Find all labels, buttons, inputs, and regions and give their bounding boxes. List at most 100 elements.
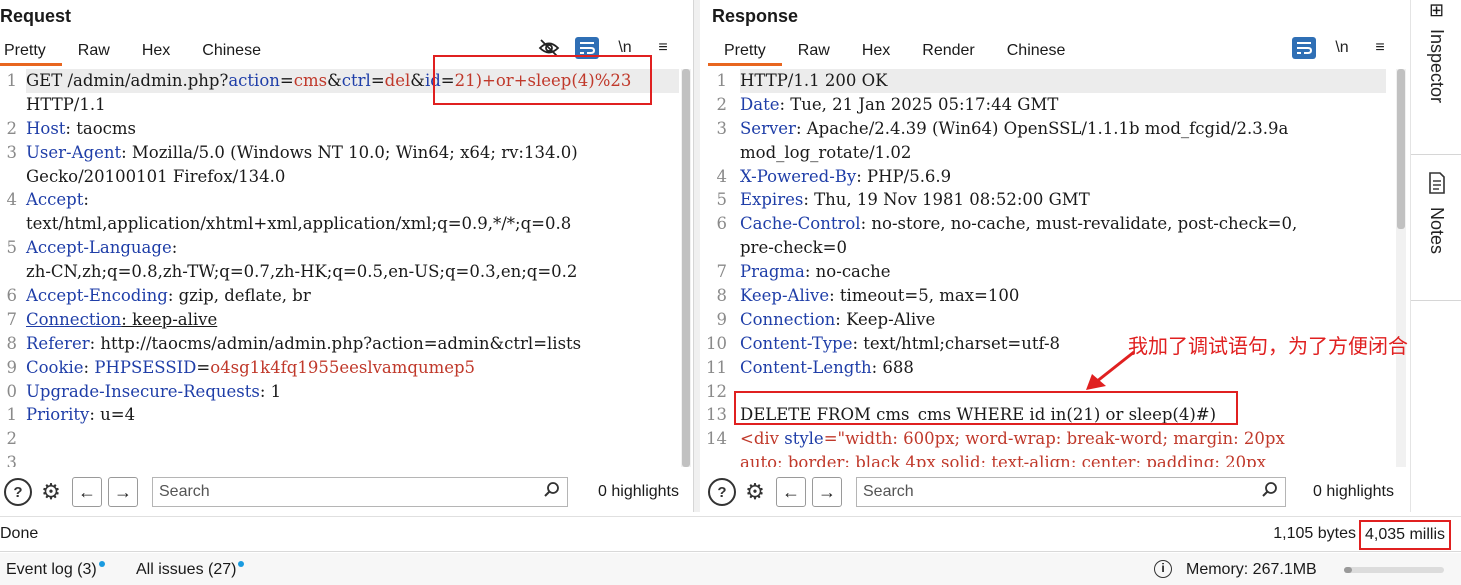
code-line: Keep-Alive: timeout=5, max=100 bbox=[740, 284, 1386, 308]
code-line: Host: taocms bbox=[26, 117, 679, 141]
menu-icon[interactable]: ≡ bbox=[1368, 37, 1392, 59]
response-tab-chinese[interactable]: Chinese bbox=[991, 36, 1082, 66]
request-tab-pretty[interactable]: Pretty bbox=[0, 36, 62, 66]
response-highlights-count: 0 highlights bbox=[1313, 483, 1394, 500]
code-token: action bbox=[228, 71, 280, 90]
line-number: 9 bbox=[716, 309, 728, 329]
annotation-text: 我加了调试语句，为了方便闭合 bbox=[1128, 334, 1408, 358]
response-tab-pretty[interactable]: Pretty bbox=[708, 36, 782, 66]
code-line: zh-CN,zh;q=0.8,zh-TW;q=0.7,zh-HK;q=0.5,e… bbox=[26, 260, 679, 284]
code-line: Cache-Control: no-store, no-cache, must-… bbox=[740, 212, 1386, 236]
code-token: HTTP/1.1 bbox=[26, 94, 106, 114]
code-token: text/html,application/xhtml+xml,applicat… bbox=[26, 214, 572, 234]
request-tab-chinese[interactable]: Chinese bbox=[186, 36, 277, 66]
response-search-input[interactable]: Search bbox=[856, 477, 1286, 507]
code-line: Gecko/20100101 Firefox/134.0 bbox=[26, 165, 679, 189]
code-line: X-Powered-By: PHP/5.6.9 bbox=[740, 165, 1386, 189]
line-number bbox=[0, 165, 20, 189]
code-token: Referer bbox=[26, 333, 90, 353]
line-number: 1 bbox=[6, 405, 18, 425]
code-token: Keep-Alive bbox=[740, 286, 830, 306]
line-number: 2 bbox=[6, 429, 18, 449]
line-number: 8 bbox=[716, 286, 728, 306]
line-number: 11 bbox=[706, 357, 727, 377]
inspector-label: Inspector bbox=[1427, 29, 1447, 104]
newline-toggle[interactable]: \n bbox=[1330, 37, 1354, 59]
response-tab-hex[interactable]: Hex bbox=[846, 36, 906, 66]
code-token: : gzip, deflate, br bbox=[167, 286, 311, 306]
menu-icon[interactable]: ≡ bbox=[651, 37, 675, 59]
event-log-link[interactable]: Event log (3) bbox=[6, 561, 105, 579]
memory-bar bbox=[1344, 567, 1444, 573]
response-search-bar: ? ⚙ ← → Search 0 highlights bbox=[700, 474, 1408, 510]
code-token: : http://taocms/admin/admin.php?action=a… bbox=[89, 333, 582, 353]
inspector-tab[interactable]: ⊞ Inspector bbox=[1411, 0, 1461, 103]
response-tab-render[interactable]: Render bbox=[906, 36, 990, 66]
notes-tab[interactable]: Notes bbox=[1411, 172, 1461, 254]
line-number: 9 bbox=[6, 357, 18, 377]
help-icon[interactable]: ? bbox=[4, 478, 32, 506]
line-number: 2 bbox=[716, 94, 728, 114]
line-number: 1 bbox=[6, 71, 18, 90]
back-arrow-icon[interactable]: ← bbox=[72, 477, 102, 507]
line-number: 12 bbox=[706, 381, 727, 401]
code-token: Priority bbox=[26, 405, 90, 425]
right-sidebar: ⊞ Inspector Notes bbox=[1410, 0, 1461, 512]
code-line: Content-Length: 688 bbox=[740, 356, 1386, 380]
request-search-input[interactable]: Search bbox=[152, 477, 568, 507]
request-scrollbar[interactable] bbox=[681, 69, 691, 467]
code-token: = bbox=[196, 357, 211, 377]
line-number: 3 bbox=[6, 142, 18, 162]
repeater-window: Request Pretty Raw Hex Chinese \n ≡ 1234… bbox=[0, 0, 1461, 585]
line-number bbox=[0, 212, 20, 236]
forward-arrow-icon[interactable]: → bbox=[812, 477, 842, 507]
code-token: Accept-Encoding bbox=[26, 286, 168, 306]
all-issues-label: All issues (27) bbox=[136, 561, 237, 578]
code-line: Accept-Language: bbox=[26, 236, 679, 260]
back-arrow-icon[interactable]: ← bbox=[776, 477, 806, 507]
line-number: 4 bbox=[716, 166, 728, 186]
request-lines: GET /admin/admin.php?action=cms&ctrl=del… bbox=[26, 69, 679, 467]
wrap-lines-icon[interactable] bbox=[1292, 37, 1316, 59]
code-token: Cache-Control bbox=[740, 214, 861, 234]
line-number bbox=[0, 93, 20, 117]
line-number: 13 bbox=[706, 405, 727, 425]
notes-icon bbox=[1428, 172, 1446, 199]
forward-arrow-icon[interactable]: → bbox=[108, 477, 138, 507]
request-tabs: Pretty Raw Hex Chinese bbox=[0, 36, 277, 66]
inspector-icon: ⊞ bbox=[1428, 0, 1445, 20]
help-icon[interactable]: ? bbox=[708, 478, 736, 506]
search-icon bbox=[1261, 481, 1279, 504]
code-token: : Tue, 21 Jan 2025 05:17:44 GMT bbox=[779, 94, 1059, 114]
line-number bbox=[700, 141, 730, 165]
code-line: <div style="width: 600px; word-wrap: bre… bbox=[740, 427, 1386, 451]
request-tab-raw[interactable]: Raw bbox=[62, 36, 126, 66]
event-log-dot bbox=[98, 561, 105, 567]
code-token: : 688 bbox=[871, 357, 914, 377]
line-number: 3 bbox=[716, 118, 728, 138]
gear-icon[interactable]: ⚙ bbox=[740, 477, 770, 507]
code-line: Accept-Encoding: gzip, deflate, br bbox=[26, 284, 679, 308]
all-issues-link[interactable]: All issues (27) bbox=[136, 561, 245, 579]
memory-usage: Memory: 267.1MB bbox=[1186, 561, 1317, 578]
request-title: Request bbox=[0, 6, 72, 26]
code-token: ctrl bbox=[341, 71, 371, 90]
code-token: Connection bbox=[26, 309, 122, 329]
search-placeholder: Search bbox=[863, 483, 914, 500]
line-number bbox=[700, 236, 730, 260]
line-number: 4 bbox=[6, 190, 18, 210]
code-token: Content-Length bbox=[740, 357, 872, 377]
code-token: Content-Type bbox=[740, 333, 853, 353]
line-number: 7 bbox=[6, 309, 18, 329]
code-token: : no-cache bbox=[804, 262, 891, 282]
code-token: : no-store, no-cache, must-revalidate, p… bbox=[860, 214, 1298, 234]
response-tab-raw[interactable]: Raw bbox=[782, 36, 846, 66]
line-number bbox=[700, 451, 730, 467]
event-log-label: Event log (3) bbox=[6, 561, 97, 578]
request-tab-hex[interactable]: Hex bbox=[126, 36, 186, 66]
gear-icon[interactable]: ⚙ bbox=[36, 477, 66, 507]
request-editor[interactable]: 1 2 3 4 5 6 7 8 9 0 1 2 3 GET /admin/admin.php?actio… bbox=[0, 69, 693, 467]
search-icon bbox=[543, 481, 561, 504]
response-panel: Response Pretty Raw Hex Render Chinese \… bbox=[700, 0, 1408, 512]
response-scrollbar[interactable] bbox=[1396, 69, 1406, 467]
